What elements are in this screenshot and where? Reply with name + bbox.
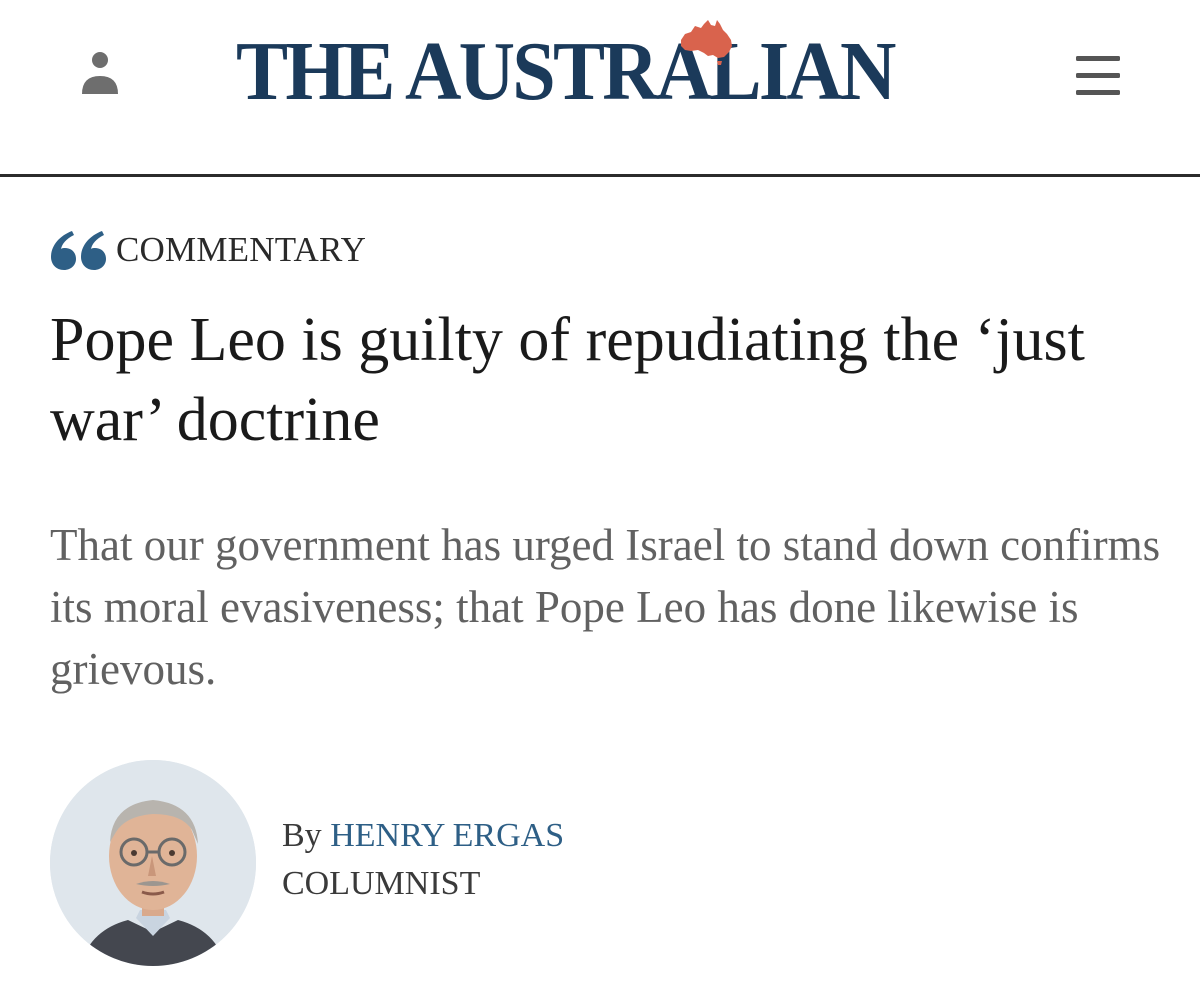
account-button[interactable]: [72, 44, 128, 104]
australia-map-icon: [681, 20, 732, 65]
quote-icon: [51, 231, 106, 270]
logo-text: THE AUSTRALIAN: [236, 25, 896, 118]
author-avatar[interactable]: [50, 760, 256, 966]
masthead: THE AUSTRALIAN: [0, 0, 1200, 177]
category-label: COMMENTARY: [116, 230, 367, 269]
menu-button[interactable]: [1070, 50, 1126, 102]
byline-prefix: By: [282, 817, 322, 854]
masthead-divider: [0, 174, 1200, 177]
byline: By HENRY ERGAS COLUMNIST: [282, 812, 564, 908]
article-standfirst: That our government has urged Israel to …: [50, 520, 1161, 694]
user-icon: [82, 52, 118, 94]
article-category[interactable]: COMMENTARY: [50, 226, 366, 274]
site-logo[interactable]: THE AUSTRALIAN: [236, 25, 943, 118]
article-headline: Pope Leo is guilty of repudiating the ‘j…: [50, 306, 1085, 454]
author-name-link[interactable]: HENRY ERGAS: [330, 817, 564, 854]
author-portrait-image: [50, 760, 256, 966]
hamburger-menu-icon: [1076, 56, 1120, 95]
author-role: COLUMNIST: [282, 865, 481, 902]
